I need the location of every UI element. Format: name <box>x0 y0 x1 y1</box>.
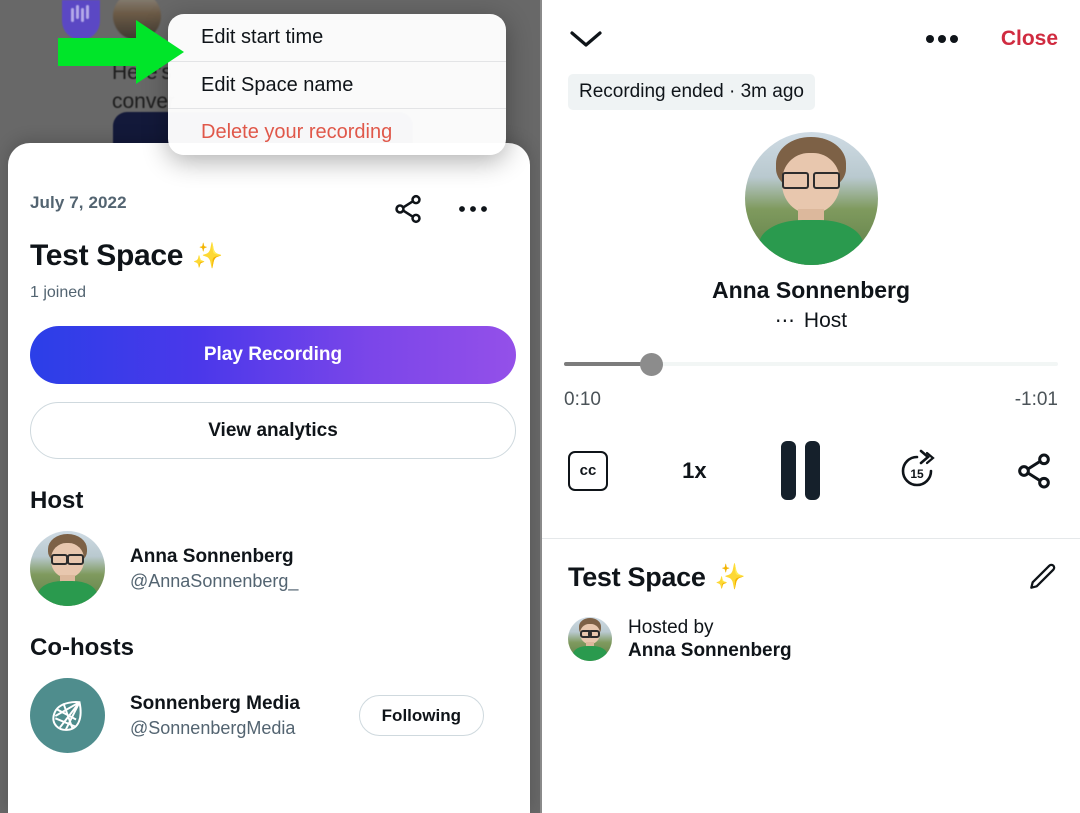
sonnenberg-media-logo-icon <box>30 678 105 753</box>
speaker-avatar <box>744 132 878 265</box>
host-section-heading: Host <box>30 487 84 514</box>
joined-count: 1 joined <box>30 284 87 301</box>
playback-scrubber[interactable] <box>564 351 1058 377</box>
cohosts-section-heading: Co-hosts <box>30 634 134 661</box>
chevron-down-icon[interactable] <box>568 28 604 50</box>
menu-item-delete-recording[interactable]: Delete your recording <box>168 108 506 155</box>
host-name: Anna Sonnenberg <box>628 640 792 661</box>
status-badge: Recording ended · 3m ago <box>568 74 815 110</box>
cohost-meta: Sonnenberg Media @SonnenbergMedia <box>130 693 300 739</box>
space-date: July 7, 2022 <box>30 193 127 212</box>
right-pane-player: Close Recording ended · 3m ago Anna Sonn… <box>540 0 1080 813</box>
screenshot-root: Here's conver Edit start time Edit Space… <box>0 0 1080 813</box>
sparkles-icon: ✨ <box>192 241 224 270</box>
more-horizontal-icon[interactable] <box>458 204 488 214</box>
forward-15-icon[interactable]: 15 <box>894 448 940 494</box>
host-meta: Anna Sonnenberg @AnnaSonnenberg_ <box>130 546 298 592</box>
speaker-role-label: Host <box>803 308 848 332</box>
left-pane: Here's conver Edit start time Edit Space… <box>0 0 540 813</box>
cc-label: cc <box>579 462 597 479</box>
pause-icon[interactable] <box>780 441 820 500</box>
space-info-title-text: Test Space <box>568 561 706 592</box>
cohost-name: Sonnenberg Media <box>130 692 300 714</box>
captions-cc-icon[interactable]: cc <box>568 450 608 491</box>
share-icon[interactable] <box>1014 451 1054 491</box>
sparkles-icon: ✨ <box>714 562 746 591</box>
more-horizontal-icon: ⋯ <box>774 310 796 332</box>
close-button[interactable]: Close <box>1001 27 1058 51</box>
hosted-by-label: Hosted by <box>628 617 714 638</box>
host-name: Anna Sonnenberg <box>130 545 294 567</box>
elapsed-time: 0:10 <box>564 389 601 410</box>
cohost-list-item[interactable]: Sonnenberg Media @SonnenbergMedia Follow… <box>30 678 508 753</box>
host-list-item[interactable]: Anna Sonnenberg @AnnaSonnenberg_ <box>30 531 508 606</box>
space-info-host-meta: Hosted by Anna Sonnenberg <box>628 615 792 662</box>
menu-item-edit-start-time[interactable]: Edit start time <box>168 14 506 61</box>
player-controls: cc 1x 15 <box>568 441 1054 500</box>
play-recording-button[interactable]: Play Recording <box>30 326 516 384</box>
playback-times: 0:10 -1:01 <box>564 389 1058 411</box>
avatar <box>568 616 612 661</box>
menu-item-edit-space-name[interactable]: Edit Space name <box>168 61 506 108</box>
speaker-role: ⋯ Host <box>542 308 1080 333</box>
remaining-time: -1:01 <box>1014 389 1058 410</box>
space-info-title: Test Space ✨ <box>568 561 746 593</box>
playback-speed-button[interactable]: 1x <box>682 458 706 484</box>
following-button[interactable]: Following <box>358 695 484 736</box>
scrubber-fill <box>564 362 642 366</box>
scrubber-thumb[interactable] <box>640 353 663 376</box>
share-icon[interactable] <box>392 193 424 225</box>
host-handle: @AnnaSonnenberg_ <box>130 570 299 591</box>
sheet-header: July 7, 2022 <box>30 143 508 225</box>
green-right-arrow-annotation <box>58 20 184 84</box>
more-horizontal-icon[interactable] <box>925 34 959 44</box>
space-title-text: Test Space <box>30 239 184 272</box>
space-info-host[interactable]: Hosted by Anna Sonnenberg <box>568 615 1058 662</box>
space-info-section: Test Space ✨ Hosted by Anna Sonnenberg <box>542 539 1080 662</box>
space-info-header: Test Space ✨ <box>568 561 1058 593</box>
speaker-name: Anna Sonnenberg <box>711 277 911 303</box>
sheet-header-actions <box>392 193 508 225</box>
cohost-handle: @SonnenbergMedia <box>130 717 296 738</box>
menu-item-label: Edit start time <box>201 26 324 48</box>
svg-text:15: 15 <box>910 467 924 481</box>
space-detail-sheet: July 7, 2022 Test Space ✨ 1 joined Play … <box>8 143 530 813</box>
player-topbar: Close <box>542 0 1080 51</box>
page-title: Test Space ✨ <box>30 239 508 273</box>
menu-item-label: Delete your recording <box>201 120 393 143</box>
menu-item-label: Edit Space name <box>201 73 354 96</box>
pencil-edit-icon[interactable] <box>1026 561 1058 593</box>
avatar <box>30 531 105 606</box>
avatar <box>30 678 105 753</box>
context-menu[interactable]: Edit start time Edit Space name Delete y… <box>168 14 506 155</box>
view-analytics-button[interactable]: View analytics <box>30 402 516 459</box>
player-topbar-actions: Close <box>925 27 1058 51</box>
